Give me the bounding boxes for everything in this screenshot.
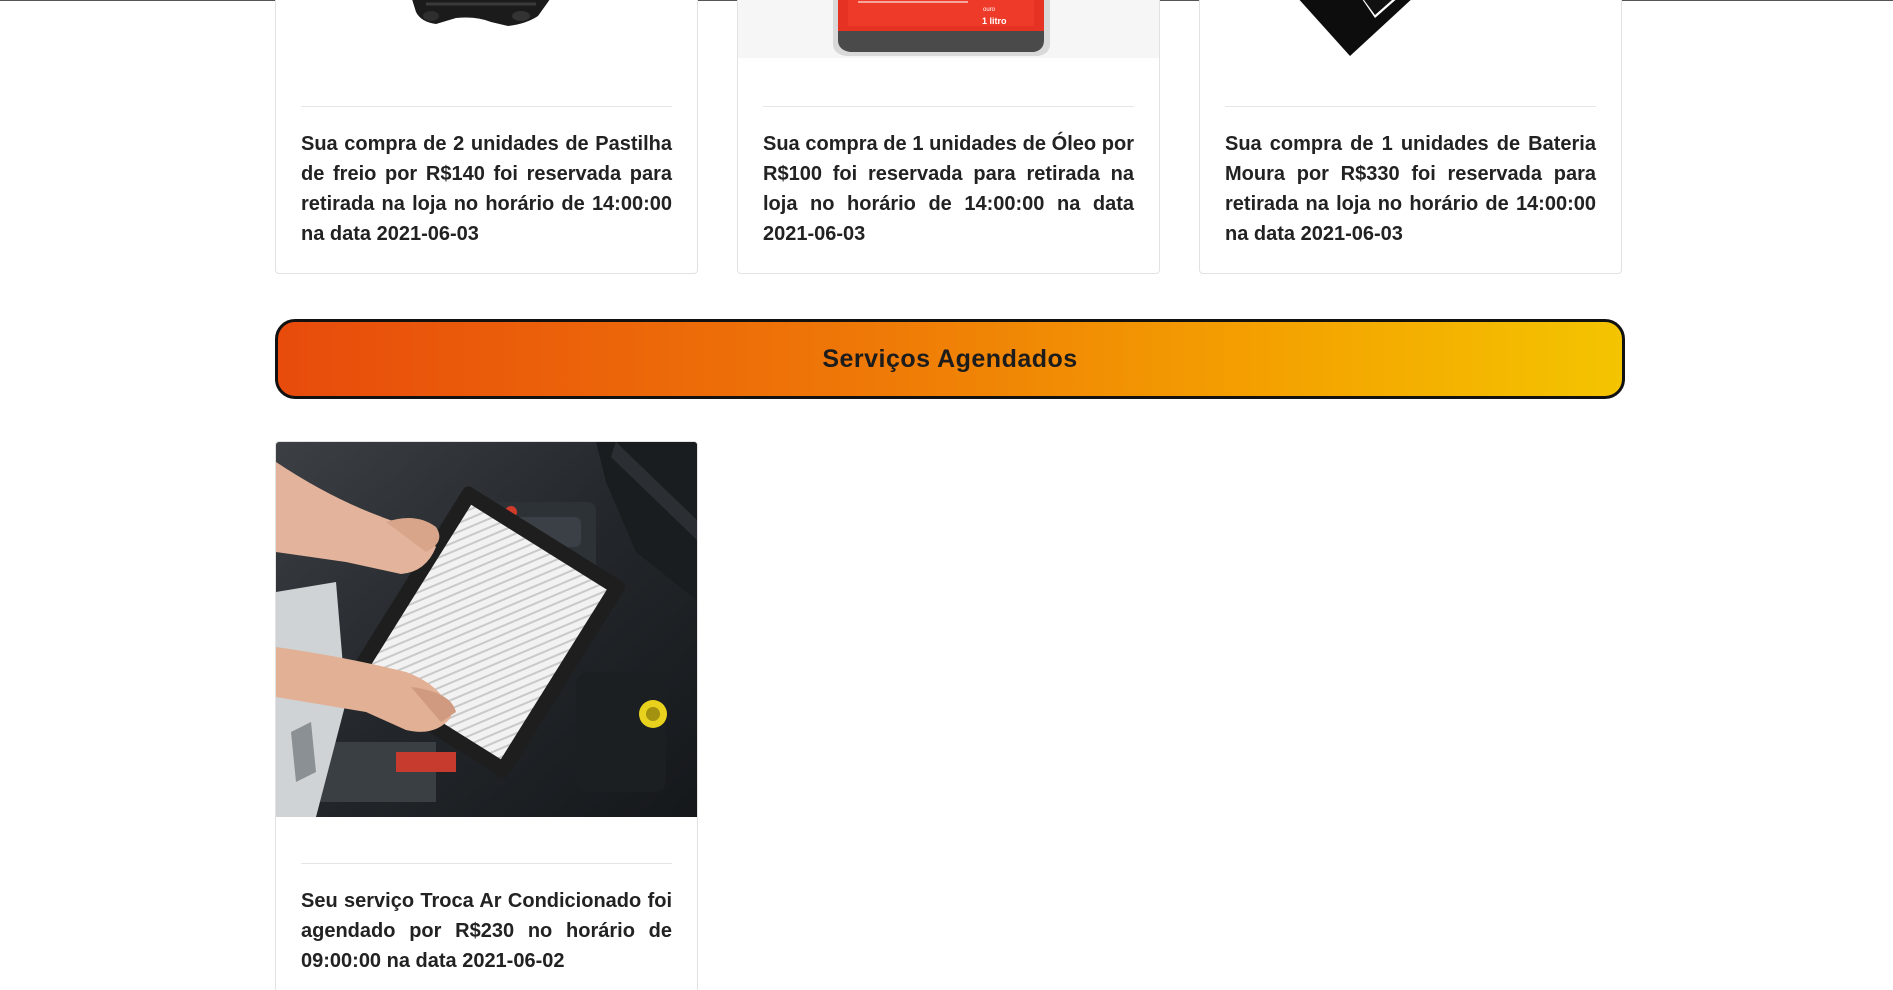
oil-volume-label: 1 litro <box>982 16 1007 26</box>
purchase-text: Sua compra de 2 unidades de Pastilha de … <box>301 133 672 245</box>
services-section-banner: Serviços Agendados <box>275 319 1625 399</box>
purchase-card-brake-pad: Sua compra de 2 unidades de Pastilha de … <box>275 0 698 274</box>
air-filter-service-image <box>276 442 697 817</box>
oil-bottle-product-image: ouro 1 litro <box>738 0 1159 106</box>
svg-text:ouro: ouro <box>983 7 996 13</box>
purchase-card-oil: ouro 1 litro Sua compra de 1 unidades de… <box>737 0 1160 274</box>
battery-product-image <box>1200 0 1621 106</box>
services-section-title: Serviços Agendados <box>822 344 1078 373</box>
purchase-text: Sua compra de 1 unidades de Bateria Mour… <box>1225 133 1596 245</box>
brake-pad-product-image <box>276 0 697 106</box>
page: Sua compra de 2 unidades de Pastilha de … <box>0 0 1893 990</box>
purchase-text: Sua compra de 1 unidades de Óleo por R$1… <box>763 133 1134 245</box>
service-card-air-filter: Seu serviço Troca Ar Condicionado foi ag… <box>275 441 698 990</box>
service-text: Seu serviço Troca Ar Condicionado foi ag… <box>301 890 672 972</box>
purchase-card-battery: Sua compra de 1 unidades de Bateria Mour… <box>1199 0 1622 274</box>
